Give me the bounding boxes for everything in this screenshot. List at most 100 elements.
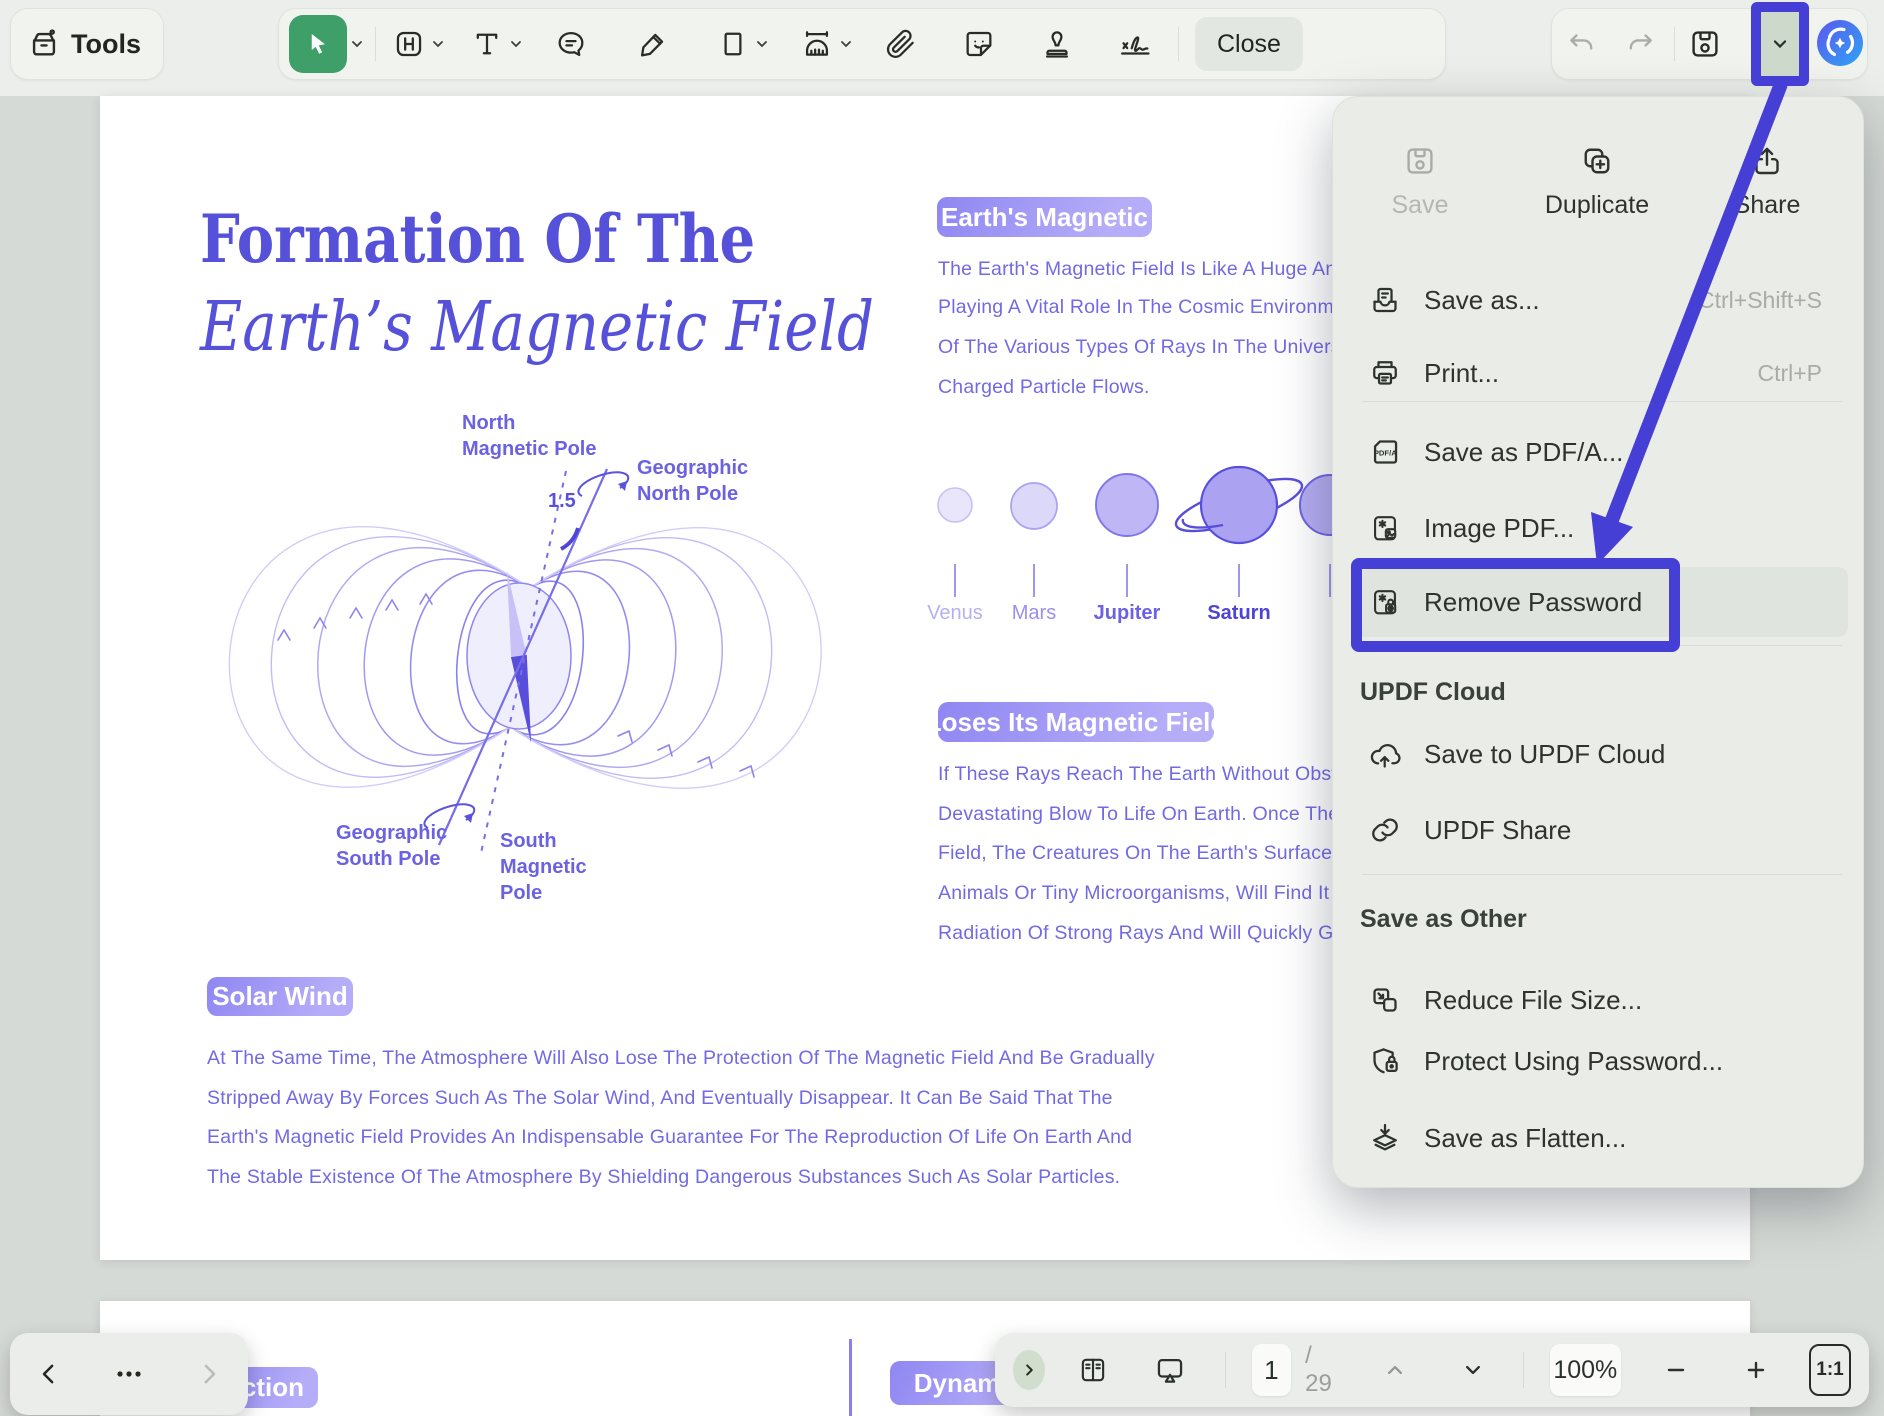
shortcut-label: Ctrl+Shift+S — [1698, 287, 1822, 314]
shield-lock-icon — [1368, 1044, 1402, 1078]
printer-icon — [1368, 356, 1402, 390]
badge-solar-wind: Solar Wind — [207, 977, 353, 1016]
save-as-icon — [1368, 283, 1402, 317]
stamp-tool-icon[interactable] — [1040, 27, 1074, 61]
label-south-magnetic-pole: South Magnetic Pole — [500, 828, 587, 906]
doc-paragraph-line: The Earth's Magnetic Field Is Like A Hug… — [938, 258, 1336, 281]
doc-paragraph-line: The Stable Existence Of The Atmosphere B… — [207, 1166, 1120, 1189]
label-axis-angle: 1.5 — [548, 490, 576, 513]
forward-chevron-icon[interactable] — [194, 1359, 224, 1389]
text-tool-icon[interactable] — [470, 27, 504, 61]
previous-page-chevron-icon[interactable] — [1381, 1356, 1409, 1384]
doc-paragraph-line: Playing A Vital Role In The Cosmic Envir… — [938, 296, 1345, 319]
doc-paragraph-line: At The Same Time, The Atmosphere Will Al… — [207, 1047, 1155, 1070]
undo-icon[interactable] — [1566, 28, 1598, 60]
updf-app-window: Tools — [0, 0, 1884, 1416]
zoom-out-icon[interactable] — [1663, 1357, 1689, 1383]
menu-duplicate-quick-action[interactable]: Duplicate — [1522, 143, 1672, 220]
doc-title-line2: Earth’s Magnetic Field — [200, 288, 874, 367]
pdfa-icon: PDF/A — [1368, 435, 1402, 469]
doc-paragraph-line: Field, The Creatures On The Earth's Surf… — [938, 842, 1338, 865]
doc-paragraph-line: Radiation Of Strong Rays And Will Quickl… — [938, 922, 1345, 945]
save-icon[interactable] — [1687, 26, 1723, 62]
menu-header-updf-cloud: UPDF Cloud — [1360, 678, 1506, 707]
menu-item-reduce-file-size[interactable]: Reduce File Size... — [1352, 968, 1848, 1032]
toolbar-divider — [1178, 27, 1179, 61]
doc-paragraph-line: Charged Particle Flows. — [938, 376, 1150, 399]
menu-item-protect-using-password[interactable]: Protect Using Password... — [1352, 1029, 1848, 1093]
menu-item-print[interactable]: Print... Ctrl+P — [1352, 341, 1848, 405]
redo-icon[interactable] — [1624, 28, 1656, 60]
close-button[interactable]: Close — [1195, 17, 1303, 71]
menu-save-quick-action[interactable]: Save — [1345, 143, 1495, 220]
shortcut-label: Ctrl+P — [1757, 360, 1822, 387]
badge-earths-magnetic: Earth's Magnetic — [937, 197, 1152, 237]
flatten-layers-icon — [1368, 1121, 1402, 1155]
planets-illustration — [930, 465, 1360, 605]
bar-divider — [1523, 1352, 1524, 1388]
link-icon — [1368, 813, 1402, 847]
page-nav-panel — [10, 1333, 248, 1415]
attachment-tool-icon[interactable] — [884, 27, 918, 61]
label-geographic-north-pole: Geographic North Pole — [637, 455, 748, 507]
presentation-mode-icon[interactable] — [1153, 1353, 1187, 1387]
duplicate-icon — [1579, 143, 1615, 179]
select-tool-chevron-icon[interactable] — [349, 36, 365, 52]
menu-share-quick-action[interactable]: Share — [1692, 143, 1842, 220]
ai-assistant-icon[interactable] — [1814, 17, 1866, 69]
tools-button[interactable]: Tools — [10, 8, 164, 80]
header-tool-icon[interactable] — [392, 27, 426, 61]
menu-item-updf-share[interactable]: UPDF Share — [1352, 798, 1848, 862]
comment-tool-icon[interactable] — [554, 27, 588, 61]
svg-text:PDF/A: PDF/A — [1374, 448, 1397, 457]
reduce-size-icon — [1368, 983, 1402, 1017]
tools-label: Tools — [71, 29, 141, 60]
view-controls-bar: 1 / 29 100% 1:1 — [995, 1333, 1869, 1407]
select-tool-button[interactable] — [289, 15, 347, 73]
signature-tool-icon[interactable] — [1116, 27, 1156, 61]
badge-loses-magnetic-field: Loses Its Magnetic Field — [938, 702, 1214, 742]
two-page-view-icon[interactable] — [1077, 1354, 1109, 1386]
measure-tool-icon[interactable] — [800, 27, 834, 61]
menu-item-save-as-flatten[interactable]: Save as Flatten... — [1352, 1106, 1848, 1170]
doc-paragraph-line: Devastating Blow To Life On Earth. Once … — [938, 803, 1339, 826]
next-page-chevron-icon[interactable] — [1459, 1356, 1487, 1384]
menu-item-image-pdf[interactable]: Image PDF... — [1352, 496, 1848, 560]
doc-paragraph-line: Of The Various Types Of Rays In The Univ… — [938, 336, 1341, 359]
doc-paragraph-line: Earth's Magnetic Field Provides An Indis… — [207, 1126, 1132, 1149]
planet-label-mars: Mars — [1012, 602, 1056, 625]
remove-password-highlight-box — [1351, 558, 1680, 652]
save-icon — [1402, 143, 1438, 179]
zoom-level-input[interactable]: 100% — [1550, 1344, 1621, 1396]
doc-paragraph-line: If These Rays Reach The Earth Without Ob… — [938, 763, 1344, 786]
text-tool-chevron-icon[interactable] — [508, 36, 524, 52]
toolbox-icon — [27, 27, 61, 61]
shape-tool-icon[interactable] — [716, 27, 750, 61]
close-label: Close — [1217, 30, 1281, 59]
actual-size-button[interactable]: 1:1 — [1809, 1344, 1851, 1396]
cloud-upload-icon — [1368, 737, 1402, 771]
save-options-chevron-button[interactable] — [1751, 2, 1809, 86]
measure-tool-chevron-icon[interactable] — [838, 36, 854, 52]
page-number-input[interactable]: 1 — [1252, 1344, 1292, 1396]
menu-item-save-as[interactable]: Save as... Ctrl+Shift+S — [1352, 268, 1848, 332]
bar-divider — [1225, 1352, 1226, 1388]
image-pdf-icon — [1368, 511, 1402, 545]
more-icon[interactable] — [112, 1359, 146, 1389]
doc-title-line1: Formation Of The — [200, 200, 755, 278]
sticker-tool-icon[interactable] — [962, 27, 996, 61]
menu-item-save-to-updf-cloud[interactable]: Save to UPDF Cloud — [1352, 722, 1848, 786]
label-north-magnetic-pole: North Magnetic Pole — [462, 410, 596, 462]
doc-paragraph-line: Animals Or Tiny Microorganisms, Will Fin… — [938, 882, 1349, 905]
page-total-label: / 29 — [1305, 1342, 1337, 1398]
back-chevron-icon[interactable] — [34, 1359, 64, 1389]
planet-label-jupiter: Jupiter — [1094, 602, 1161, 625]
menu-item-save-as-pdfa[interactable]: PDF/A Save as PDF/A... — [1352, 420, 1848, 484]
pencil-tool-icon[interactable] — [636, 27, 670, 61]
header-tool-chevron-icon[interactable] — [430, 36, 446, 52]
menu-divider — [1362, 874, 1842, 875]
shape-tool-chevron-icon[interactable] — [754, 36, 770, 52]
share-icon — [1749, 143, 1785, 179]
zoom-in-icon[interactable] — [1743, 1357, 1769, 1383]
expand-panel-button[interactable] — [1013, 1350, 1045, 1390]
